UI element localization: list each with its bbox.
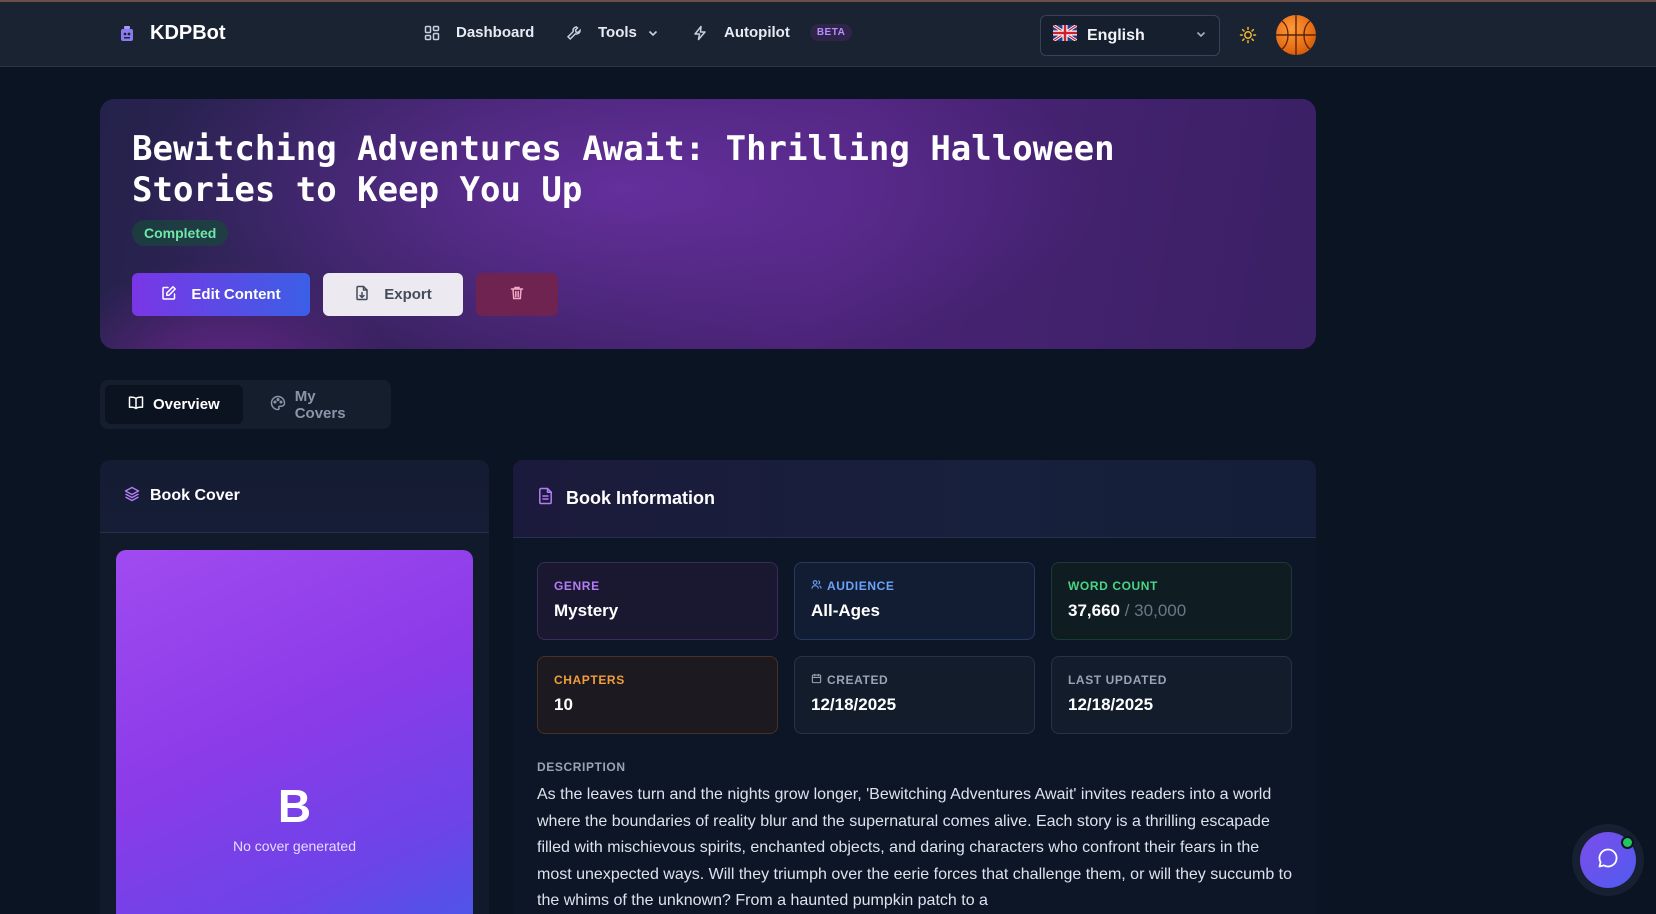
chat-bubble-icon	[1596, 846, 1620, 875]
language-select[interactable]: English	[1040, 15, 1220, 56]
chapters-stat: CHAPTERS 10	[537, 656, 778, 734]
chevron-down-icon	[1195, 27, 1207, 45]
page-title: Bewitching Adventures Await: Thrilling H…	[132, 129, 1115, 210]
word-count-label: WORD COUNT	[1068, 579, 1158, 593]
dashboard-icon	[424, 25, 440, 41]
tab-my-covers[interactable]: My Covers	[247, 385, 386, 424]
palette-icon	[270, 395, 286, 415]
description-label: DESCRIPTION	[537, 760, 626, 774]
book-information-card: Book Information GENRE Mystery AUDIENCE …	[513, 460, 1316, 914]
book-open-icon	[128, 395, 144, 415]
last-updated-stat: LAST UPDATED 12/18/2025	[1051, 656, 1292, 734]
book-cover-header: Book Cover	[100, 460, 489, 533]
nav-dashboard[interactable]: Dashboard	[424, 24, 534, 41]
export-button[interactable]: Export	[323, 273, 463, 316]
users-icon	[811, 579, 822, 593]
chevron-down-icon	[647, 27, 659, 39]
word-count-target: / 30,000	[1124, 601, 1187, 620]
description-text: As the leaves turn and the nights grow l…	[537, 786, 1293, 909]
lightning-icon	[692, 25, 708, 41]
avatar[interactable]	[1276, 15, 1316, 55]
wrench-icon	[566, 25, 582, 41]
calendar-icon	[811, 673, 822, 687]
created-label-row: CREATED	[811, 673, 1018, 687]
export-label: Export	[384, 286, 432, 303]
robot-logo-icon	[118, 23, 136, 45]
layers-icon	[124, 486, 140, 507]
cover-placeholder-text: No cover generated	[233, 838, 356, 854]
word-count-stat: WORD COUNT 37,660 / 30,000	[1051, 562, 1292, 640]
uk-flag-icon	[1052, 23, 1078, 46]
created-stat: CREATED 12/18/2025	[794, 656, 1035, 734]
audience-label: AUDIENCE	[827, 579, 895, 593]
tab-overview-label: Overview	[153, 396, 220, 413]
created-value: 12/18/2025	[811, 695, 897, 714]
file-download-icon	[354, 285, 370, 305]
genre-label: GENRE	[554, 579, 600, 593]
word-count-values: 37,660 / 30,000	[1068, 601, 1275, 621]
brand-name: KDPBot	[150, 22, 226, 44]
language-label: English	[1087, 26, 1145, 44]
document-icon	[537, 487, 554, 510]
cover-placeholder: B No cover generated	[116, 550, 473, 914]
tab-my-covers-label: My Covers	[294, 387, 346, 422]
book-information-title: Book Information	[566, 488, 715, 508]
genre-value: Mystery	[554, 601, 619, 620]
brand[interactable]: KDPBot	[118, 22, 226, 45]
tab-overview[interactable]: Overview	[105, 385, 243, 424]
view-tabs: Overview My Covers	[100, 380, 391, 429]
trash-icon	[509, 285, 525, 305]
edit-content-label: Edit Content	[191, 286, 281, 303]
status-badge: Completed	[132, 220, 229, 246]
audience-stat: AUDIENCE All-Ages	[794, 562, 1035, 640]
delete-button[interactable]	[476, 273, 558, 316]
beta-badge: BETA	[809, 24, 853, 41]
online-status-dot	[1621, 836, 1634, 849]
last-updated-label: LAST UPDATED	[1068, 673, 1167, 687]
book-cover-title: Book Cover	[150, 487, 240, 504]
nav-autopilot[interactable]: Autopilot BETA	[692, 24, 853, 41]
theme-toggle-sun-icon[interactable]	[1239, 26, 1257, 49]
chapters-value: 10	[554, 695, 573, 714]
cover-placeholder-letter: B	[277, 780, 312, 832]
edit-content-button[interactable]: Edit Content	[132, 273, 310, 316]
nav-autopilot-label: Autopilot	[724, 24, 790, 41]
chapters-label: CHAPTERS	[554, 673, 625, 687]
nav-tools[interactable]: Tools	[566, 24, 659, 41]
nav-tools-label: Tools	[598, 24, 637, 41]
book-hero-banner: Bewitching Adventures Await: Thrilling H…	[100, 99, 1316, 349]
word-count-value: 37,660	[1068, 601, 1120, 620]
audience-label-row: AUDIENCE	[811, 579, 1018, 593]
top-navbar: KDPBot Dashboard Tools Autopilot BETA En…	[0, 0, 1656, 67]
chat-widget-button[interactable]	[1580, 832, 1636, 888]
book-information-header: Book Information	[513, 460, 1316, 538]
book-cover-card: Book Cover B No cover generated	[100, 460, 489, 914]
audience-value: All-Ages	[811, 601, 880, 620]
last-updated-value: 12/18/2025	[1068, 695, 1154, 714]
nav-dashboard-label: Dashboard	[456, 24, 535, 41]
created-label: CREATED	[827, 673, 889, 687]
edit-icon	[161, 285, 177, 305]
genre-stat: GENRE Mystery	[537, 562, 778, 640]
